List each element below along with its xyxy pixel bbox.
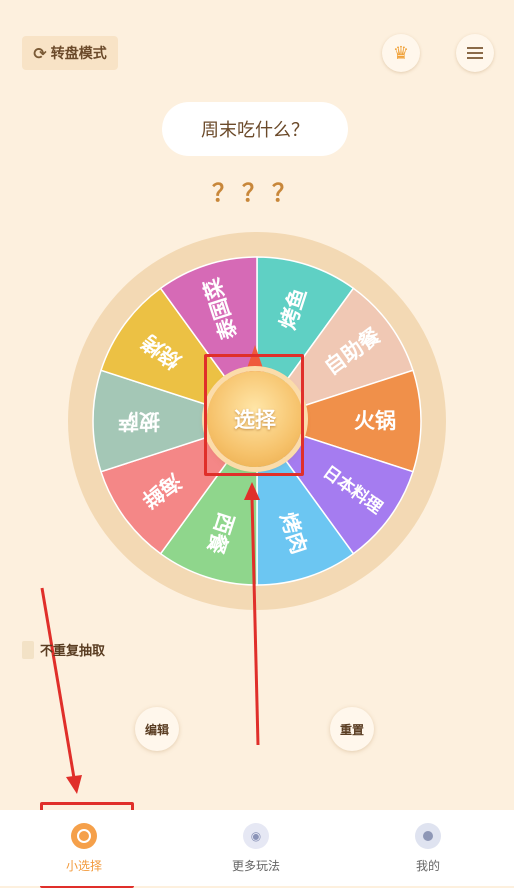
annotation-arrowhead-select	[244, 482, 260, 500]
tab-small-choice[interactable]: 小选择	[24, 810, 144, 886]
no-repeat-label: 不重复抽取	[40, 644, 106, 659]
tab-more-games[interactable]: ◉ 更多玩法	[196, 810, 316, 886]
tab-mine[interactable]: 我的	[368, 810, 488, 886]
reset-button[interactable]: 重置	[330, 707, 374, 751]
no-repeat-checkbox[interactable]	[22, 640, 34, 659]
annotation-arrow-tab	[40, 587, 76, 779]
tab-small-choice-label: 小选择	[65, 858, 102, 873]
edit-button[interactable]: 编辑	[135, 707, 179, 751]
tab-more-games-label: 更多玩法	[231, 858, 280, 873]
gamepad-icon: ◉	[243, 822, 269, 849]
user-icon	[415, 822, 441, 849]
annotation-arrowhead-tab	[66, 775, 82, 794]
annotation-arrow-select	[250, 497, 260, 746]
bottom-tab-bar: 小选择 ◉ 更多玩法 我的	[0, 810, 514, 886]
target-icon	[71, 822, 97, 849]
annotation-arrows	[40, 482, 260, 794]
no-repeat-toggle[interactable]: 不重复抽取	[22, 640, 105, 659]
tab-mine-label: 我的	[415, 858, 440, 873]
